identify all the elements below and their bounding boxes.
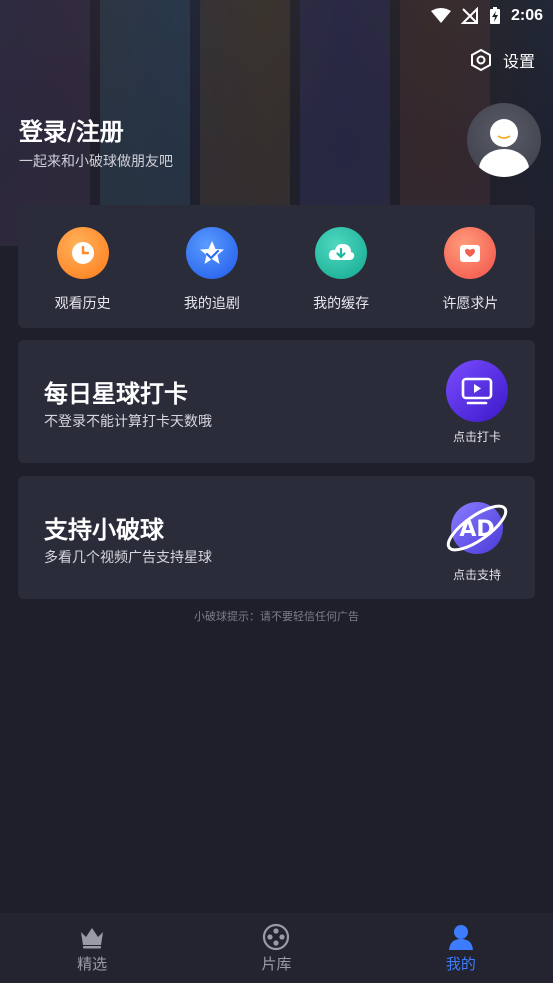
checkin-card[interactable]: 每日星球打卡 不登录不能计算打卡天数哦 点击打卡 bbox=[18, 340, 535, 463]
checkin-button-label: 点击打卡 bbox=[452, 430, 501, 444]
settings-button[interactable]: 设置 bbox=[469, 48, 535, 72]
battery-charging-icon bbox=[489, 7, 500, 24]
quick-action-label: 许愿求片 bbox=[442, 296, 499, 312]
avatar[interactable] bbox=[467, 103, 541, 177]
my-downloads-button[interactable]: 我的缓存 bbox=[277, 205, 406, 328]
tab-label: 片库 bbox=[261, 955, 292, 973]
tab-mine[interactable]: 我的 bbox=[369, 913, 553, 983]
watch-history-button[interactable]: 观看历史 bbox=[18, 205, 147, 328]
checkin-button[interactable]: 点击打卡 bbox=[441, 360, 513, 445]
support-button[interactable]: AD 点击支持 bbox=[441, 496, 513, 583]
checkin-title: 每日星球打卡 bbox=[44, 380, 188, 408]
quick-action-label: 我的缓存 bbox=[313, 296, 370, 312]
tab-label: 我的 bbox=[445, 955, 476, 973]
tab-library[interactable]: 片库 bbox=[184, 913, 368, 983]
tab-featured[interactable]: 精选 bbox=[0, 913, 184, 983]
star-icon bbox=[185, 227, 238, 279]
checkin-subtitle: 不登录不能计算打卡天数哦 bbox=[44, 414, 212, 430]
support-button-label: 点击支持 bbox=[452, 568, 501, 582]
status-bar: 2:06 bbox=[0, 0, 553, 32]
support-card[interactable]: 支持小破球 多看几个视频广告支持星球 AD 点击支持 bbox=[18, 476, 535, 599]
no-signal-icon bbox=[460, 7, 478, 24]
quick-action-label: 我的追剧 bbox=[183, 296, 240, 312]
ad-planet-icon: AD bbox=[446, 502, 508, 554]
crown-icon bbox=[81, 928, 104, 949]
my-follows-button[interactable]: 我的追剧 bbox=[147, 205, 276, 328]
tab-label: 精选 bbox=[77, 955, 108, 973]
clock-icon bbox=[56, 227, 109, 279]
cloud-download-icon bbox=[315, 227, 368, 279]
support-title: 支持小破球 bbox=[44, 516, 164, 544]
quick-action-label: 观看历史 bbox=[54, 296, 111, 312]
default-avatar-icon bbox=[479, 119, 529, 177]
status-time: 2:06 bbox=[510, 7, 543, 24]
settings-hexagon-icon bbox=[470, 48, 491, 72]
login-subtitle: 一起来和小破球做朋友吧 bbox=[19, 154, 173, 170]
ad-badge-text: AD bbox=[459, 517, 494, 542]
support-subtitle: 多看几个视频广告支持星球 bbox=[44, 550, 212, 566]
wifi-icon bbox=[430, 8, 451, 23]
login-title[interactable]: 登录/注册 bbox=[19, 112, 124, 147]
wish-request-button[interactable]: 许愿求片 bbox=[406, 205, 535, 328]
ad-warning-tip: 小破球提示：请不要轻信任何广告 bbox=[194, 610, 359, 623]
quick-actions-card: 观看历史 我的追剧 我的缓存 许愿求片 bbox=[18, 205, 535, 328]
settings-label: 设置 bbox=[502, 52, 535, 71]
bottom-tab-bar: 精选 片库 我的 bbox=[0, 913, 553, 983]
film-reel-icon bbox=[263, 923, 290, 951]
tv-checkin-icon bbox=[446, 360, 508, 422]
gift-box-icon bbox=[444, 227, 497, 279]
person-icon bbox=[448, 925, 473, 950]
